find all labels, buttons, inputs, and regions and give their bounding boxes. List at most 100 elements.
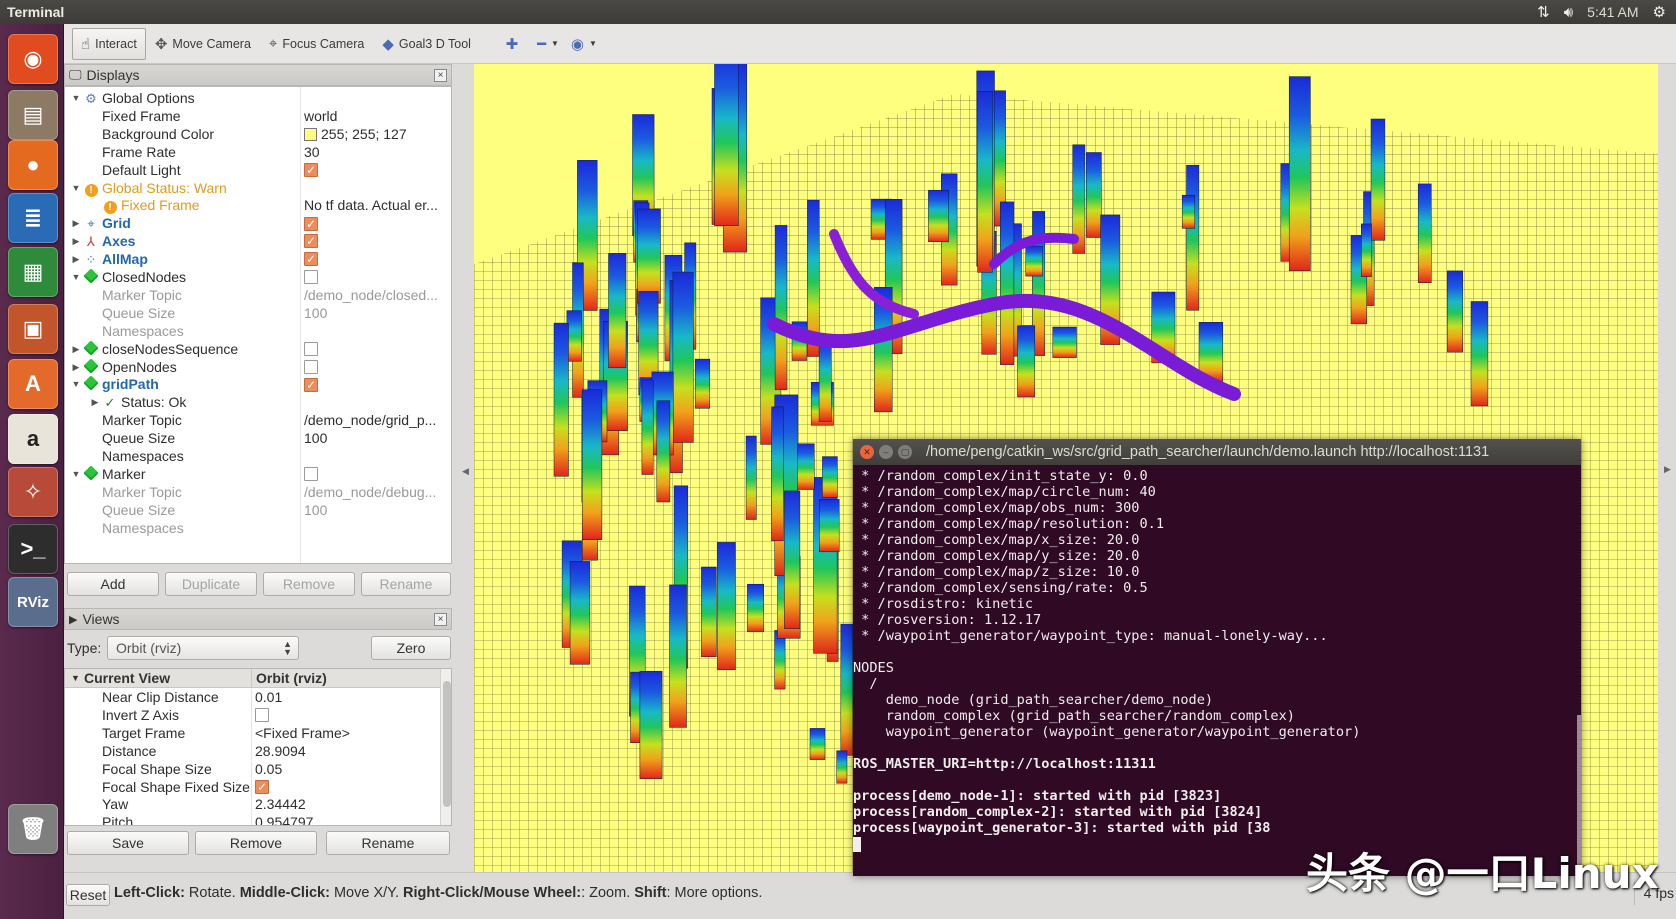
launcher-terminal-icon[interactable]: >_	[8, 524, 58, 574]
collapse-left-arrow-icon[interactable]: ◀	[462, 466, 469, 477]
move-camera-tool-button[interactable]: ✥ Move Camera	[146, 28, 260, 60]
collapsed-arrow-icon[interactable]: ▶	[90, 393, 100, 412]
view-property-row[interactable]: Pitch 0.954797	[65, 813, 440, 825]
close-icon[interactable]: ×	[434, 68, 447, 82]
enabled-checkbox[interactable]	[304, 375, 450, 394]
display-row[interactable]: ▼ Marker	[65, 465, 451, 484]
scroll-thumb[interactable]	[443, 681, 451, 807]
maximize-icon[interactable]: ▢	[898, 445, 912, 459]
view-property-row[interactable]: Focal Shape Size 0.05	[65, 760, 440, 779]
view-property-row[interactable]: Target Frame <Fixed Frame>	[65, 724, 440, 743]
view-property-row[interactable]: Near Clip Distance 0.01	[65, 688, 440, 707]
rename-display-button[interactable]: Rename	[361, 572, 451, 596]
view-property-checkbox[interactable]	[255, 778, 435, 797]
goal3d-tool-button[interactable]: ◆ Goal3 D Tool	[373, 28, 480, 60]
checkbox[interactable]	[255, 708, 269, 723]
collapsed-arrow-icon[interactable]: ▶	[71, 358, 81, 377]
display-row[interactable]: Marker Topic/demo_node/debug...	[65, 483, 451, 502]
checkbox[interactable]	[304, 161, 318, 180]
enabled-checkbox[interactable]	[304, 232, 450, 251]
checkbox[interactable]	[304, 215, 318, 233]
checkbox[interactable]	[304, 232, 318, 251]
add-display-button[interactable]: Add	[67, 572, 159, 596]
view-property-row[interactable]: Focal Shape Fixed Size	[65, 778, 440, 797]
views-scrollbar[interactable]	[440, 669, 451, 825]
expanded-arrow-icon[interactable]: ▼	[71, 89, 81, 108]
collapsed-arrow-icon[interactable]: ▶	[71, 214, 81, 233]
display-row[interactable]: Namespaces	[65, 322, 451, 341]
checkbox[interactable]	[304, 359, 318, 374]
display-row[interactable]: ▼ ⚙ Global Options	[65, 89, 451, 108]
launcher-ubuntu-dash-icon[interactable]: ◉	[8, 34, 58, 84]
reset-button[interactable]: Reset	[66, 884, 110, 906]
close-icon[interactable]: ✕	[860, 445, 874, 459]
views-properties-tree[interactable]: ▼ Current View Orbit (rviz) Near Clip Di…	[64, 668, 452, 826]
display-row[interactable]: Queue Size 100	[65, 304, 451, 323]
launcher-amazon-icon[interactable]: a	[8, 414, 58, 464]
enabled-checkbox[interactable]	[304, 214, 450, 233]
expanded-arrow-icon[interactable]: ▼	[71, 179, 81, 198]
interact-tool-button[interactable]: ☝ Interact	[72, 27, 146, 60]
display-row[interactable]: ▶ ✓ Status: Ok	[65, 393, 451, 412]
checkbox[interactable]	[304, 250, 318, 269]
launcher-writer-icon[interactable]: ≣	[8, 193, 58, 243]
close-icon[interactable]: ×	[434, 612, 447, 626]
display-row[interactable]: ▶ closeNodesSequence	[65, 339, 451, 359]
display-row[interactable]: Marker Topic/demo_node/closed...	[65, 286, 451, 305]
display-row[interactable]: ▶ OpenNodes	[65, 357, 451, 377]
display-row[interactable]: Default Light	[65, 161, 451, 180]
display-row[interactable]: ▶ ⌖ Grid	[65, 214, 451, 233]
launcher-trash-icon[interactable]: 🗑	[8, 804, 58, 854]
view-property-row[interactable]: Yaw 2.34442	[65, 795, 440, 814]
checkbox[interactable]	[304, 376, 318, 394]
view-property-row[interactable]: Distance 28.9094	[65, 742, 440, 761]
remove-tool-button[interactable]: ━ ▼	[530, 28, 566, 60]
focus-camera-tool-button[interactable]: ⌖ Focus Camera	[260, 28, 373, 60]
add-tool-button[interactable]: ✚	[494, 28, 530, 60]
terminal-scrollbar[interactable]	[1577, 465, 1581, 876]
expanded-arrow-icon[interactable]: ▼	[71, 375, 81, 394]
display-row[interactable]: Background Color 255; 255; 127	[65, 125, 451, 144]
save-view-button[interactable]: Save	[67, 831, 189, 855]
enabled-checkbox[interactable]	[304, 250, 450, 269]
duplicate-display-button[interactable]: Duplicate	[165, 572, 257, 596]
volume-icon[interactable]: 🔊︎	[1564, 4, 1573, 21]
clock[interactable]: 5:41 AM	[1587, 4, 1638, 20]
enabled-checkbox[interactable]	[304, 465, 450, 484]
display-row[interactable]: ▼! Global Status: Warn	[65, 179, 451, 198]
display-row[interactable]: ! Fixed Frame No tf data. Actual er...	[65, 196, 451, 215]
zero-view-button[interactable]: Zero	[371, 636, 451, 660]
displays-tree[interactable]: ▼ ⚙ Global Options Fixed Frame world Backgrou…	[64, 86, 452, 564]
display-row[interactable]: Fixed Frame world	[65, 107, 451, 126]
enabled-checkbox[interactable]	[304, 340, 450, 359]
checkbox[interactable]	[255, 778, 269, 797]
view-property-row[interactable]: Invert Z Axis	[65, 706, 440, 725]
display-row[interactable]: Queue Size 100	[65, 429, 451, 448]
launcher-rviz-icon[interactable]: RViz	[8, 577, 58, 627]
rename-view-button[interactable]: Rename	[326, 831, 450, 855]
settings-gear-icon[interactable]: ⚙	[1653, 3, 1666, 21]
expanded-arrow-icon[interactable]: ▼	[71, 465, 81, 484]
network-icon[interactable]: ⇅	[1537, 3, 1550, 21]
launcher-files-icon[interactable]: ▤	[8, 90, 58, 140]
collapse-right-arrow-icon[interactable]: ▶	[1664, 464, 1671, 475]
launcher-impress-icon[interactable]: ▣	[8, 304, 58, 354]
checkbox[interactable]	[304, 341, 318, 356]
display-row[interactable]: Namespaces	[65, 519, 451, 538]
display-row[interactable]: Queue Size 100	[65, 501, 451, 520]
terminal-window[interactable]: ✕ – ▢ /home/peng/catkin_ws/src/grid_path…	[853, 439, 1581, 876]
checkbox[interactable]	[304, 270, 318, 285]
minimize-icon[interactable]: –	[879, 445, 893, 459]
enabled-checkbox[interactable]	[304, 358, 450, 377]
display-row[interactable]: ▶ ⅄ Axes	[65, 232, 451, 251]
launcher-firefox-icon[interactable]: ●	[8, 140, 58, 190]
remove-view-button[interactable]: Remove	[195, 831, 317, 855]
launcher-calc-icon[interactable]: ▦	[8, 247, 58, 297]
launcher-settings-icon[interactable]: ✧	[8, 467, 58, 517]
display-row[interactable]: ▼ gridPath	[65, 375, 451, 394]
panels-visibility-button[interactable]: ◉ ▼	[566, 28, 602, 60]
display-row[interactable]: ▼ ClosedNodes	[65, 268, 451, 287]
remove-display-button[interactable]: Remove	[263, 572, 355, 596]
enabled-checkbox[interactable]	[304, 161, 450, 180]
display-row[interactable]: Marker Topic/demo_node/grid_p...	[65, 411, 451, 430]
